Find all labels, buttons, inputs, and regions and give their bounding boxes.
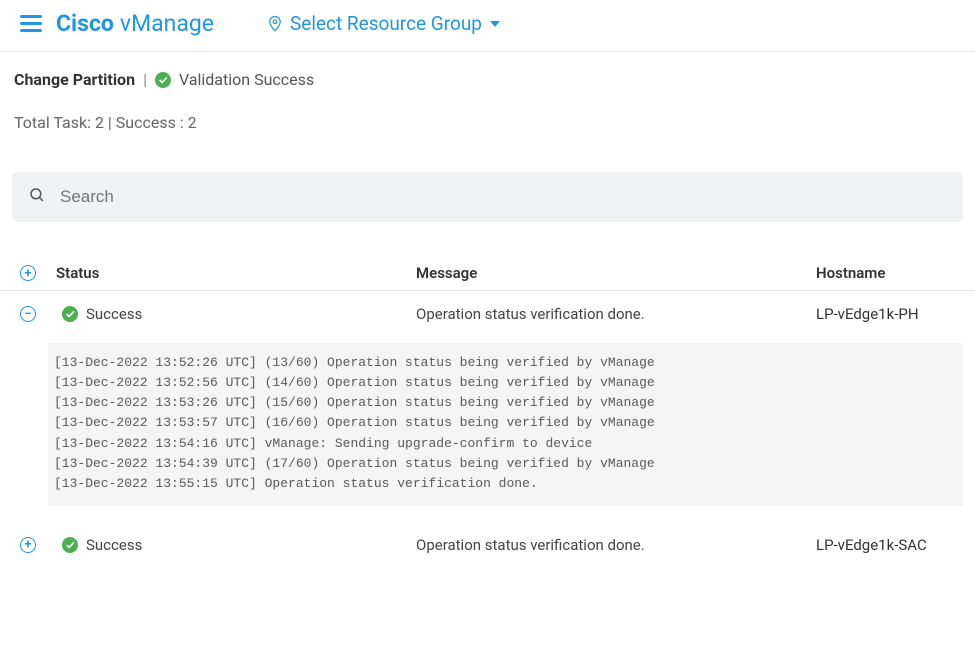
log-line: [13-Dec-2022 13:52:26 UTC] (13/60) Opera… <box>54 353 957 373</box>
table-row: − Success Operation status verification … <box>0 291 975 337</box>
hostname-cell: LP-vEdge1k-SAC <box>816 536 975 554</box>
col-status: Status <box>56 264 416 282</box>
search-bar[interactable] <box>12 172 963 222</box>
expand-all-cell: + <box>0 265 56 281</box>
chevron-down-icon <box>490 21 500 27</box>
expand-row-button[interactable]: + <box>20 537 36 553</box>
task-counts: Total Task: 2 | Success : 2 <box>14 113 961 132</box>
resource-group-label: Select Resource Group <box>290 12 482 35</box>
location-pin-icon <box>266 13 284 35</box>
table-row: + Success Operation status verification … <box>0 522 975 568</box>
status-cell: Success <box>56 305 416 323</box>
summary-panel: Change Partition | Validation Success To… <box>0 52 975 138</box>
status-label: Success <box>86 305 142 323</box>
table-header-row: + Status Message Hostname <box>0 250 975 291</box>
expand-all-button[interactable]: + <box>20 265 36 281</box>
brand-cisco: Cisco <box>56 10 114 37</box>
menu-icon[interactable] <box>20 13 42 35</box>
validation-status: Validation Success <box>179 70 314 89</box>
brand-vmanage: vManage <box>120 10 214 37</box>
status-cell: Success <box>56 536 416 554</box>
message-cell: Operation status verification done. <box>416 305 816 323</box>
log-line: [13-Dec-2022 13:53:57 UTC] (16/60) Opera… <box>54 413 957 433</box>
log-line: [13-Dec-2022 13:55:15 UTC] Operation sta… <box>54 474 957 494</box>
log-panel: [13-Dec-2022 13:52:26 UTC] (13/60) Opera… <box>48 343 963 506</box>
log-line: [13-Dec-2022 13:54:16 UTC] vManage: Send… <box>54 434 957 454</box>
message-cell: Operation status verification done. <box>416 536 816 554</box>
collapse-row-button[interactable]: − <box>20 306 36 322</box>
summary-line: Change Partition | Validation Success <box>14 70 961 89</box>
check-circle-icon <box>62 537 78 553</box>
log-line: [13-Dec-2022 13:52:56 UTC] (14/60) Opera… <box>54 373 957 393</box>
check-circle-icon <box>155 72 171 88</box>
log-line: [13-Dec-2022 13:54:39 UTC] (17/60) Opera… <box>54 454 957 474</box>
pipe-separator: | <box>143 70 147 89</box>
status-label: Success <box>86 536 142 554</box>
check-circle-icon <box>62 306 78 322</box>
search-input[interactable] <box>60 187 947 207</box>
page-title: Change Partition <box>14 70 135 89</box>
search-icon <box>28 186 46 208</box>
brand-logo[interactable]: Cisco vManage <box>56 10 214 37</box>
app-header: Cisco vManage Select Resource Group <box>0 0 975 52</box>
task-table: + Status Message Hostname − Success Oper… <box>0 250 975 568</box>
col-hostname: Hostname <box>816 264 975 282</box>
col-message: Message <box>416 264 816 282</box>
log-line: [13-Dec-2022 13:53:26 UTC] (15/60) Opera… <box>54 393 957 413</box>
resource-group-selector[interactable]: Select Resource Group <box>266 12 500 35</box>
hostname-cell: LP-vEdge1k-PH <box>816 305 975 323</box>
